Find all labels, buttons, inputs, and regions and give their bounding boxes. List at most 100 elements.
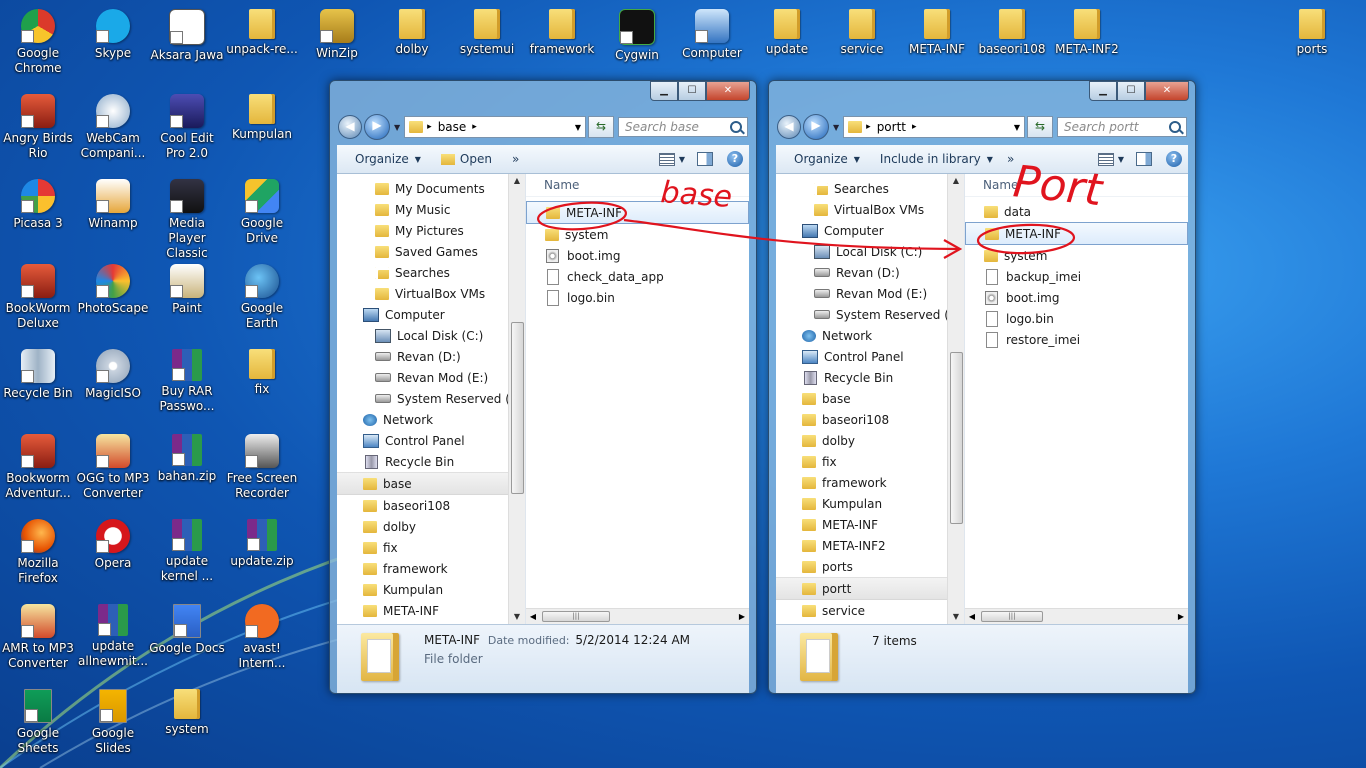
desktop-icon-kumpulan[interactable]: Kumpulan <box>224 92 300 142</box>
navigation-pane[interactable]: My Documents My Music My Pictures Saved Gam… <box>337 174 526 624</box>
maximize-button[interactable]: ☐ <box>1117 81 1145 101</box>
file-row-data[interactable]: data <box>965 201 1188 222</box>
navigation-pane[interactable]: Searches VirtualBox VMs Computer Local Disk… <box>776 174 965 624</box>
nav-item-system-reserved-f[interactable]: System Reserved (F:) <box>776 304 964 325</box>
file-list[interactable]: Name META-INF system boot.img check_data_app… <box>526 174 749 624</box>
desktop-icon-skype[interactable]: Skype <box>75 7 151 61</box>
desktop-icon-systemui[interactable]: systemui <box>449 7 525 57</box>
file-row-backup-imei[interactable]: backup_imei <box>965 266 1188 287</box>
forward-arrow-icon[interactable]: ▶ <box>803 114 829 140</box>
search-icon[interactable] <box>730 121 742 133</box>
nav-item-dolby[interactable]: dolby <box>776 430 948 451</box>
nav-item-computer[interactable]: Computer <box>776 220 948 241</box>
nav-item-system-reserved-f[interactable]: System Reserved (F:) <box>337 388 525 409</box>
file-row-system[interactable]: system <box>526 224 749 245</box>
minimize-button[interactable]: ▁ <box>650 81 678 101</box>
explorer-window-base[interactable]: ▁ ☐ ✕ ◀ ▶ ▼ ▸ base ▸ ▼ ⇆ Search base Org… <box>329 80 757 694</box>
include-in-library-button[interactable]: Include in library ▼ <box>870 145 1003 173</box>
address-bar[interactable]: ▸ portt ▸ ▼ <box>843 116 1025 138</box>
desktop-icon-google-docs[interactable]: Google Docs <box>149 602 225 656</box>
desktop-icon-update-zip[interactable]: update.zip <box>224 517 300 569</box>
history-dropdown-icon[interactable]: ▼ <box>394 123 400 132</box>
minimize-button[interactable]: ▁ <box>1089 81 1117 101</box>
desktop-icon-google-drive[interactable]: Google Drive <box>224 177 300 246</box>
desktop-icon-google-sheets[interactable]: Google Sheets <box>0 687 76 756</box>
nav-item-my-music[interactable]: My Music <box>337 199 509 220</box>
file-row-logo-bin[interactable]: logo.bin <box>965 308 1188 329</box>
nav-item-fix[interactable]: fix <box>776 451 948 472</box>
view-options-icon[interactable] <box>1097 152 1114 166</box>
file-row-meta-inf[interactable]: META-INF <box>965 222 1188 245</box>
desktop-icon-cool-edit-pro-2-0[interactable]: Cool Edit Pro 2.0 <box>149 92 225 161</box>
scroll-down-icon[interactable]: ▼ <box>509 610 525 624</box>
back-arrow-icon[interactable]: ◀ <box>777 115 801 139</box>
search-icon[interactable] <box>1169 121 1181 133</box>
nav-item-base[interactable]: base <box>776 388 948 409</box>
close-button[interactable]: ✕ <box>706 81 750 101</box>
nav-item-baseori108[interactable]: baseori108 <box>337 495 509 516</box>
nav-item-meta-inf[interactable]: META-INF <box>776 514 948 535</box>
desktop-icon-amr-to-mp3-converter[interactable]: AMR to MP3 Converter <box>0 602 76 671</box>
search-input[interactable]: Search portt <box>1057 117 1187 137</box>
desktop-icon-computer[interactable]: Computer <box>674 7 750 61</box>
close-button[interactable]: ✕ <box>1145 81 1189 101</box>
nav-item-base[interactable]: base <box>337 472 509 495</box>
scroll-up-icon[interactable]: ▲ <box>948 174 964 188</box>
desktop-icon-picasa-3[interactable]: Picasa 3 <box>0 177 76 231</box>
organize-button[interactable]: Organize ▼ <box>337 145 431 173</box>
desktop-icon-bookworm-deluxe[interactable]: BookWorm Deluxe <box>0 262 76 331</box>
desktop-icon-recycle-bin[interactable]: Recycle Bin <box>0 347 76 401</box>
open-button[interactable]: Open <box>431 145 502 173</box>
file-list[interactable]: Name data META-INF system backup_imei boot.im… <box>965 174 1188 624</box>
scrollbar-thumb[interactable]: ||| <box>981 611 1043 622</box>
desktop-icon-system[interactable]: system <box>149 687 225 737</box>
breadcrumb-chevron-icon[interactable]: ▸ <box>472 122 477 132</box>
desktop-icon-magiciso[interactable]: MagicISO <box>75 347 151 401</box>
organize-button[interactable]: Organize ▼ <box>776 145 870 173</box>
chevron-down-icon[interactable]: ▼ <box>1118 155 1124 164</box>
desktop-icon-media-player-classic[interactable]: Media Player Classic <box>149 177 225 261</box>
scroll-left-icon[interactable]: ◀ <box>965 609 979 624</box>
file-row-boot-img[interactable]: boot.img <box>526 245 749 266</box>
nav-item-virtualbox-vms[interactable]: VirtualBox VMs <box>337 283 509 304</box>
forward-arrow-icon[interactable]: ▶ <box>364 114 390 140</box>
more-commands-button[interactable]: » <box>1003 145 1018 173</box>
nav-item-computer[interactable]: Computer <box>337 304 509 325</box>
desktop-icon-google-chrome[interactable]: Google Chrome <box>0 7 76 76</box>
desktop-icon-dolby[interactable]: dolby <box>374 7 450 57</box>
address-bar[interactable]: ▸ base ▸ ▼ <box>404 116 586 138</box>
desktop-icon-free-screen-recorder[interactable]: Free Screen Recorder <box>224 432 300 501</box>
scrollbar-thumb[interactable] <box>950 352 963 524</box>
desktop-icon-cygwin[interactable]: Cygwin <box>599 7 675 63</box>
desktop-icon-fix[interactable]: fix <box>224 347 300 397</box>
column-header-name[interactable]: Name <box>965 174 1188 197</box>
nav-item-framework[interactable]: framework <box>776 472 948 493</box>
maximize-button[interactable]: ☐ <box>678 81 706 101</box>
desktop-icon-winamp[interactable]: Winamp <box>75 177 151 231</box>
scrollbar-thumb[interactable] <box>511 322 524 494</box>
desktop-icon-angry-birds-rio[interactable]: Angry Birds Rio <box>0 92 76 161</box>
nav-item-network[interactable]: Network <box>337 409 509 430</box>
desktop-icon-ports[interactable]: ports <box>1274 7 1350 57</box>
nav-item-my-pictures[interactable]: My Pictures <box>337 220 509 241</box>
desktop-icon-buy-rar-passwo[interactable]: Buy RAR Passwo... <box>149 347 225 414</box>
nav-item-portt[interactable]: portt <box>776 577 948 600</box>
breadcrumb-current[interactable]: base <box>438 120 467 134</box>
desktop-icon-update[interactable]: update <box>749 7 825 57</box>
view-options-icon[interactable] <box>658 152 675 166</box>
nav-scrollbar[interactable]: ▲ ▼ <box>947 174 964 624</box>
more-commands-button[interactable]: » <box>502 145 529 173</box>
scroll-right-icon[interactable]: ▶ <box>735 609 749 624</box>
desktop-icon-baseori108[interactable]: baseori108 <box>974 7 1050 57</box>
refresh-button[interactable]: ⇆ <box>1027 116 1053 138</box>
nav-item-kumpulan[interactable]: Kumpulan <box>776 493 948 514</box>
desktop-icon-winzip[interactable]: WinZip <box>299 7 375 61</box>
address-dropdown-icon[interactable]: ▼ <box>1014 123 1020 132</box>
scroll-down-icon[interactable]: ▼ <box>948 610 964 624</box>
file-row-boot-img[interactable]: boot.img <box>965 287 1188 308</box>
desktop-icon-google-earth[interactable]: Google Earth <box>224 262 300 331</box>
nav-item-my-documents[interactable]: My Documents <box>337 178 509 199</box>
nav-item-framework[interactable]: framework <box>337 558 509 579</box>
scroll-up-icon[interactable]: ▲ <box>509 174 525 188</box>
nav-item-recycle-bin[interactable]: Recycle Bin <box>776 367 948 388</box>
